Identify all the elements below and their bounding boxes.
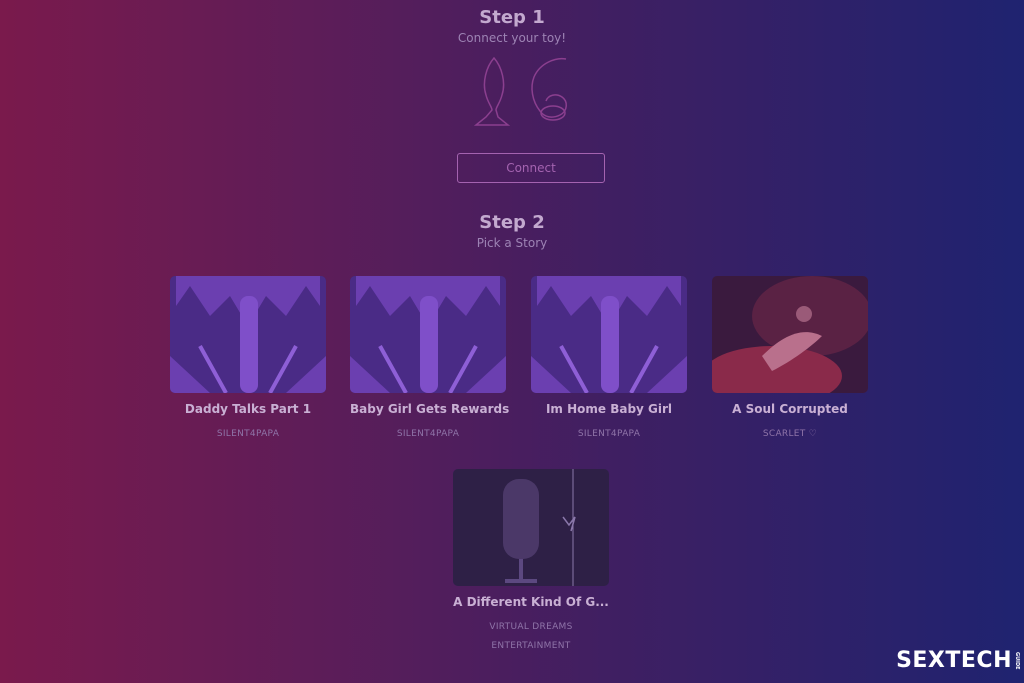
step1-subtitle: Connect your toy!: [457, 31, 567, 45]
story-author: VIRTUAL DREAMS ENTERTAINMENT: [489, 622, 573, 651]
logo-suffix: GUIDE: [1014, 652, 1020, 670]
logo-text: SEXTECH: [896, 648, 1012, 673]
toy-illustration-icon: [473, 56, 567, 126]
story-title[interactable]: A Soul Corrupted: [712, 402, 868, 416]
story-card[interactable]: A Soul Corrupted SCARLET ♡: [712, 276, 868, 444]
story-card[interactable]: A Different Kind Of G... VIRTUAL DREAMS …: [453, 469, 609, 656]
step2-subtitle: Pick a Story: [476, 236, 548, 250]
story-card[interactable]: Daddy Talks Part 1 SILENT4PAPA: [170, 276, 326, 444]
story-thumbnail[interactable]: [350, 276, 506, 393]
story-thumbnail[interactable]: [712, 276, 868, 393]
story-author: SILENT4PAPA: [577, 429, 641, 439]
story-thumbnail[interactable]: [170, 276, 326, 393]
story-title[interactable]: Baby Girl Gets Rewards: [350, 402, 509, 416]
story-author: SCARLET ♡: [762, 429, 818, 439]
story-title[interactable]: Daddy Talks Part 1: [170, 402, 326, 416]
story-thumbnail[interactable]: [531, 276, 687, 393]
story-card[interactable]: Baby Girl Gets Rewards SILENT4PAPA: [350, 276, 509, 444]
story-title[interactable]: A Different Kind Of G...: [453, 595, 609, 609]
sextech-logo: SEXTECH GUIDE: [896, 648, 1020, 673]
step1-title: Step 1: [479, 7, 545, 28]
story-title[interactable]: Im Home Baby Girl: [531, 402, 687, 416]
story-author: SILENT4PAPA: [216, 429, 280, 439]
story-author: SILENT4PAPA: [396, 429, 460, 439]
connect-button[interactable]: Connect: [457, 153, 605, 183]
story-card[interactable]: Im Home Baby Girl SILENT4PAPA: [531, 276, 687, 444]
story-thumbnail[interactable]: [453, 469, 609, 586]
step2-title: Step 2: [479, 212, 545, 233]
